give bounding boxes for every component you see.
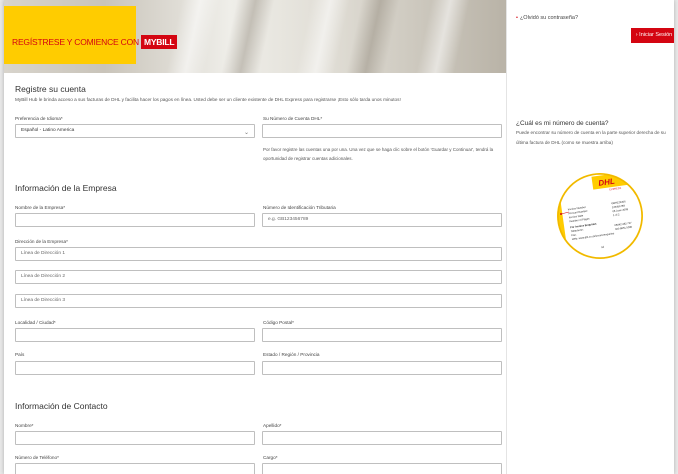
banner-decor bbox=[221, 0, 275, 73]
first-name-input[interactable] bbox=[15, 431, 255, 445]
city-label: Localidad / Ciudad* bbox=[15, 320, 56, 325]
hero-banner: REGÍSTRESE Y COMIENCE CON MYBILL bbox=[4, 0, 506, 73]
login-button[interactable]: › Iniciar Sesión bbox=[631, 28, 674, 43]
language-select[interactable]: Español - Latino America ⌄ bbox=[15, 124, 255, 138]
tax-id-placeholder: e.g. GB123456789 bbox=[268, 217, 309, 222]
bullet-icon: • bbox=[516, 15, 518, 21]
address-line-3-input[interactable]: Línea de Dirección 3 bbox=[15, 294, 502, 308]
register-intro: MyBill Hub le brinda acceso a sus factur… bbox=[15, 97, 401, 102]
forgot-password-text: ¿Olvidó su contraseña? bbox=[519, 15, 579, 21]
address-line-1-placeholder: Línea de Dirección 1 bbox=[21, 251, 65, 256]
account-number-input[interactable] bbox=[262, 124, 502, 138]
invoice-fax-label: Fax: bbox=[571, 232, 577, 237]
last-name-input[interactable] bbox=[262, 431, 502, 445]
company-name-label: Nombre de la Empresa* bbox=[15, 205, 66, 210]
country-label: País bbox=[15, 352, 25, 357]
first-name-label: Nombre* bbox=[15, 423, 34, 428]
address-line-1-input[interactable]: Línea de Dirección 1 bbox=[15, 247, 502, 261]
language-value: Español - Latino America bbox=[21, 128, 75, 133]
state-label: Estado / Región / Provincia bbox=[263, 352, 320, 357]
mybill-badge: MYBILL bbox=[140, 35, 178, 49]
chevron-down-icon: ⌄ bbox=[243, 130, 249, 136]
banner-text: REGÍSTRESE Y COMIENCE CON bbox=[12, 37, 139, 47]
account-help-title: ¿Cuál es mi número de cuenta? bbox=[516, 120, 609, 127]
contact-title: Información de Contacto bbox=[15, 401, 108, 411]
country-input[interactable] bbox=[15, 361, 255, 375]
login-button-label: Iniciar Sesión bbox=[639, 32, 673, 38]
language-label: Preferencia de Idioma* bbox=[15, 116, 63, 121]
postal-code-input[interactable] bbox=[262, 328, 502, 342]
postal-code-label: Código Postal* bbox=[263, 320, 295, 325]
account-label: Su Número de Cuenta DHL* bbox=[263, 116, 323, 121]
address-label: Dirección de la Empresa* bbox=[15, 239, 68, 244]
banner-decor bbox=[416, 0, 470, 73]
account-hint: Por favor registre las cuentas una por u… bbox=[263, 147, 494, 161]
banner-decor bbox=[346, 0, 400, 73]
tax-id-label: Número de Identificación Tributaria bbox=[263, 205, 336, 210]
phone-label: Número de Teléfono* bbox=[15, 455, 59, 460]
register-title: Registre su cuenta bbox=[15, 84, 86, 94]
invoice-sample-image: DHL EXPRESS Invoice Number GBH123456 Acc… bbox=[557, 173, 643, 259]
banner-headline: REGÍSTRESE Y COMIENCE CON MYBILL bbox=[12, 35, 178, 49]
state-input[interactable] bbox=[262, 361, 502, 375]
phone-input[interactable] bbox=[15, 463, 255, 474]
page: REGÍSTRESE Y COMIENCE CON MYBILL Registre… bbox=[4, 0, 674, 474]
address-line-2-input[interactable]: Línea de Dirección 2 bbox=[15, 270, 502, 284]
city-input[interactable] bbox=[15, 328, 255, 342]
company-title: Información de la Empresa bbox=[15, 183, 117, 193]
tax-id-input[interactable]: e.g. GB123456789 bbox=[262, 213, 502, 227]
last-name-label: Apellido* bbox=[263, 423, 282, 428]
account-help-text: Puede encontrar su número de cuenta en l… bbox=[516, 130, 666, 145]
right-panel: • ¿Olvidó su contraseña? › Iniciar Sesión… bbox=[506, 0, 674, 474]
position-label: Cargo* bbox=[263, 455, 278, 460]
company-name-input[interactable] bbox=[15, 213, 255, 227]
banner-decor bbox=[296, 0, 350, 73]
address-line-3-placeholder: Línea de Dirección 3 bbox=[21, 298, 65, 303]
position-input[interactable] bbox=[262, 463, 502, 474]
banner-card: REGÍSTRESE Y COMIENCE CON MYBILL bbox=[4, 6, 178, 64]
address-line-2-placeholder: Línea de Dirección 2 bbox=[21, 274, 65, 279]
forgot-password-link[interactable]: • ¿Olvidó su contraseña? bbox=[516, 15, 578, 21]
